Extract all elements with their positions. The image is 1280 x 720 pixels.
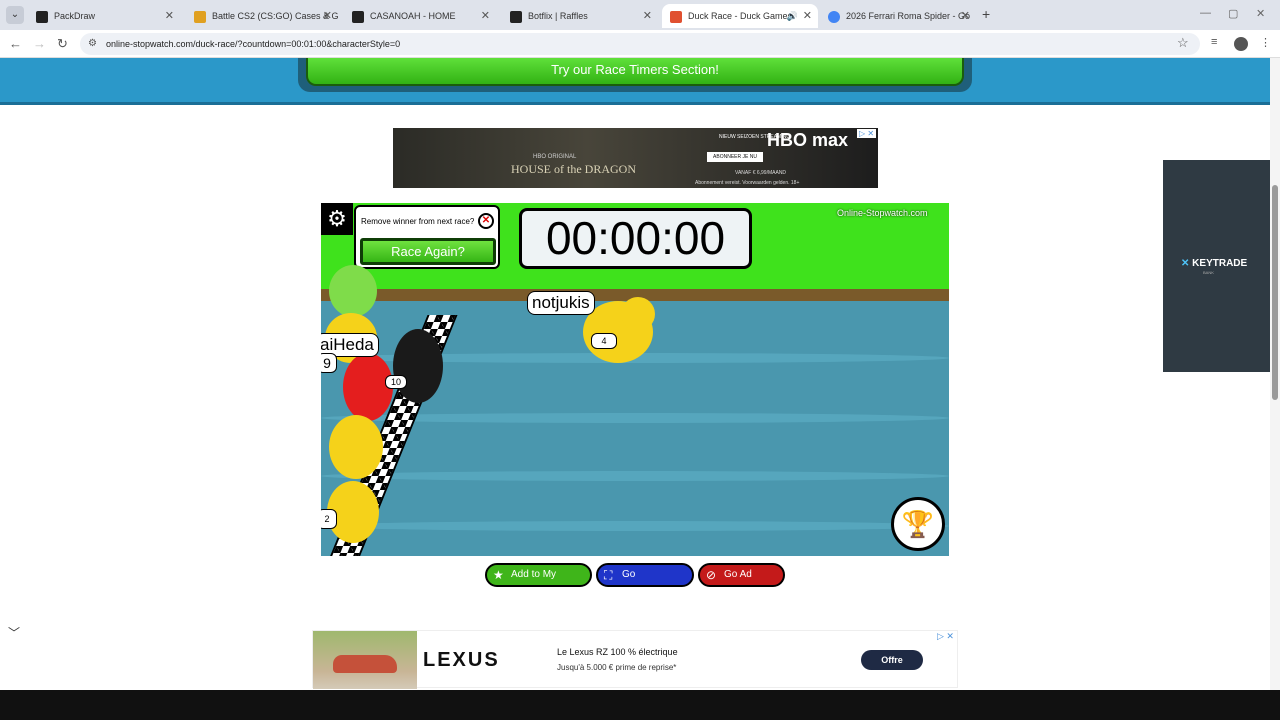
ad-fineprint: Abonnement vereist. Voorwaarden gelden. …	[695, 180, 800, 186]
button-label: Add to My Page!	[511, 569, 557, 600]
ad-brand: LEXUS	[423, 649, 500, 671]
ad-choices-icon[interactable]: ▷ ✕	[937, 631, 954, 642]
tab-title: CASANOAH - HOME	[370, 11, 456, 21]
ad-show-label: HBO ORIGINAL	[533, 154, 577, 160]
duck-number-tag: 9	[321, 353, 337, 373]
tab-bar: ⌄ PackDraw ✕ Battle CS2 (CS:GO) Cases & G…	[0, 0, 1280, 30]
leaderboard-trophy-icon[interactable]: 🏆	[891, 497, 945, 551]
tab-title: Battle CS2 (CS:GO) Cases & Ge	[212, 11, 338, 21]
race-timer: 00:00:00	[519, 208, 752, 269]
ad-price: VANAF € 6,99/MAAND	[735, 170, 787, 176]
scrollbar-thumb[interactable]	[1272, 185, 1278, 400]
address-bar: ← → ↻ ⚙ online-stopwatch.com/duck-race/?c…	[0, 30, 1280, 58]
duck	[329, 415, 383, 479]
go-ad-free-button[interactable]: ⊘ Go Ad Free!	[698, 563, 785, 600]
duck-number-tag: 10	[385, 375, 407, 389]
url-field[interactable]: ⚙ online-stopwatch.com/duck-race/?countdo…	[80, 33, 1200, 55]
tab-title: PackDraw	[54, 11, 96, 21]
ad-brand: ✕ KEYTRADE	[1181, 258, 1248, 269]
tab-title: 2026 Ferrari Roma Spider - Go	[846, 11, 971, 21]
botflix-favicon-icon	[510, 10, 522, 23]
menu-kebab-icon[interactable]: ⋮	[1260, 36, 1271, 49]
ad-cta-button[interactable]: Offre	[861, 650, 923, 670]
site-info-icon[interactable]: ⚙	[88, 33, 97, 55]
maximize-icon[interactable]: ▢	[1228, 7, 1238, 20]
duck-number-tag: 2	[321, 509, 337, 529]
police-duck	[393, 329, 443, 403]
window-close-icon[interactable]: ✕	[1256, 7, 1265, 20]
button-label: Go Ad Free!	[724, 569, 752, 600]
url-text: online-stopwatch.com/duck-race/?countdow…	[106, 39, 401, 49]
ad-line-2: Jusqu'à 5.000 € prime de reprise*	[557, 663, 677, 672]
close-icon[interactable]: ✕	[961, 4, 970, 28]
tab-title: Botflix | Raffles	[528, 11, 588, 21]
tab-title: Duck Race - Duck Games	[688, 11, 793, 21]
ad-car-image	[313, 631, 417, 689]
tab-battle[interactable]: Battle CS2 (CS:GO) Cases & Ge ✕	[186, 4, 338, 28]
profile-avatar[interactable]	[1234, 37, 1248, 51]
site-watermark: Online-Stopwatch.com	[837, 208, 928, 218]
keytrade-logo-icon: ✕	[1181, 258, 1193, 269]
close-icon[interactable]: ✕	[165, 4, 174, 28]
ad-cta-button[interactable]: ABONNEER JE NU	[707, 152, 763, 162]
no-ads-icon: ⊘	[706, 568, 717, 582]
ad-brand: HBO max	[767, 130, 849, 150]
casanoah-favicon-icon	[352, 10, 364, 23]
reload-icon[interactable]: ↻	[57, 36, 68, 52]
wave	[321, 471, 949, 481]
media-control-icon[interactable]: ≡	[1211, 36, 1217, 48]
duck-race-game[interactable]: ⚙ Remove winner from next race? ✕ Race A…	[321, 203, 949, 556]
collapse-ad-icon[interactable]: ﹀	[8, 624, 20, 641]
hbo-ad[interactable]: HBO ORIGINAL HOUSE of the DRAGON NIEUW S…	[393, 128, 878, 188]
speaker-icon[interactable]: 🔊	[787, 4, 798, 28]
winner-popup: Remove winner from next race? ✕ Race Aga…	[354, 205, 500, 269]
close-icon[interactable]: ✕	[481, 4, 490, 28]
packdraw-favicon-icon	[36, 10, 48, 23]
green-duck	[329, 265, 377, 317]
settings-gear-icon[interactable]: ⚙	[321, 203, 353, 235]
duck-leader-head	[621, 297, 655, 331]
button-label: Go Fullscreen!	[622, 569, 671, 600]
duck-name-bubble: notjukis	[527, 291, 595, 315]
lexus-ad[interactable]: LEXUS Le Lexus RZ 100 % électrique Jusqu…	[312, 630, 958, 689]
race-again-button[interactable]: Race Again?	[360, 238, 496, 265]
race-timers-button[interactable]: Try our Race Timers Section!	[306, 58, 964, 86]
new-tab-icon[interactable]: +	[982, 6, 990, 22]
tab-ferrari[interactable]: 2026 Ferrari Roma Spider - Go ✕	[820, 4, 976, 28]
fullscreen-icon: ⛶	[604, 568, 613, 582]
tab-packdraw[interactable]: PackDraw ✕	[28, 4, 180, 28]
remove-winner-question: Remove winner from next race?	[361, 217, 475, 226]
star-icon: ★	[493, 568, 504, 582]
bookmark-star-icon[interactable]: ☆	[1177, 35, 1189, 51]
tab-botflix[interactable]: Botflix | Raffles ✕	[502, 4, 658, 28]
ad-choices-icon[interactable]: ▷ ✕	[857, 129, 877, 138]
battle-favicon-icon	[194, 10, 206, 23]
close-icon[interactable]: ✕	[643, 4, 652, 28]
close-icon[interactable]: ✕	[803, 4, 812, 28]
close-icon[interactable]: ✕	[323, 4, 332, 28]
ad-show-title: HOUSE of the DRAGON	[511, 162, 636, 176]
duck-race-favicon-icon	[670, 10, 682, 23]
keytrade-ad[interactable]: ✕ KEYTRADE BANK	[1163, 160, 1270, 372]
remove-winner-close-icon[interactable]: ✕	[478, 213, 494, 229]
go-fullscreen-button[interactable]: ⛶ Go Fullscreen!	[596, 563, 694, 600]
tab-search-button[interactable]: ⌄	[6, 6, 24, 24]
forward-icon[interactable]: →	[33, 36, 46, 51]
add-to-my-page-button[interactable]: ★ Add to My Page!	[485, 563, 592, 600]
tab-casanoah[interactable]: CASANOAH - HOME ✕	[344, 4, 496, 28]
taskbar	[0, 690, 1280, 720]
car-shape	[333, 655, 397, 673]
minimize-icon[interactable]: —	[1200, 7, 1211, 19]
back-icon[interactable]: ←	[9, 36, 22, 51]
duck-number-tag: 4	[591, 333, 617, 349]
red-duck	[343, 353, 393, 421]
tab-duck-race[interactable]: Duck Race - Duck Games 🔊 ✕	[662, 4, 818, 28]
ad-sub: BANK	[1203, 270, 1214, 275]
google-favicon-icon	[828, 10, 840, 23]
ad-line-1: Le Lexus RZ 100 % électrique	[557, 647, 678, 657]
wave	[321, 521, 949, 531]
